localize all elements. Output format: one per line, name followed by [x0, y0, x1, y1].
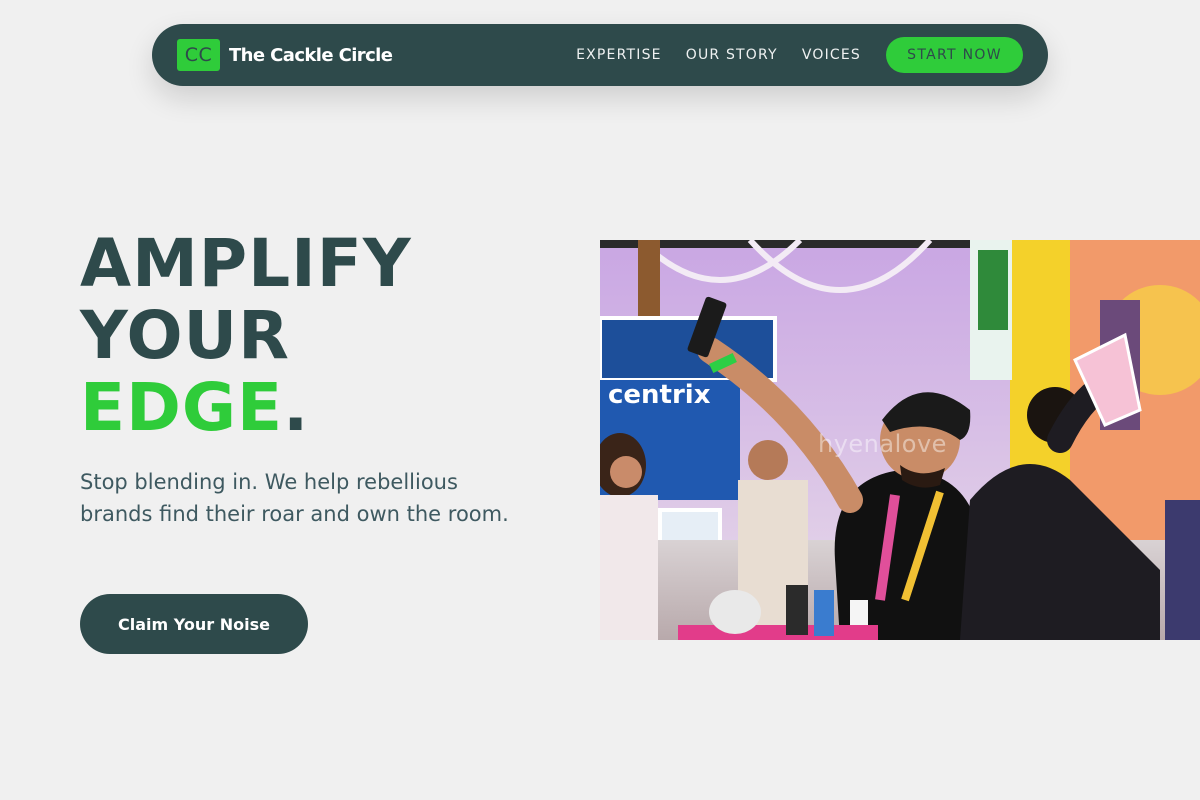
- cc-monogram-icon: CC: [177, 39, 220, 71]
- hero-title-line-2: YOUR: [80, 297, 290, 374]
- brand-logo-link[interactable]: CC The Cackle Circle: [177, 39, 393, 71]
- nav-link-voices[interactable]: VOICES: [802, 47, 861, 63]
- start-now-button[interactable]: START NOW: [886, 37, 1023, 73]
- nav-link-our-story[interactable]: OUR STORY: [686, 47, 778, 63]
- hero-title-dot: .: [283, 369, 310, 446]
- hero-subtitle: Stop blending in. We help rebellious bra…: [80, 470, 509, 526]
- nav-link-expertise[interactable]: EXPERTISE: [576, 47, 662, 63]
- top-navbar: CC The Cackle Circle EXPERTISE OUR STORY…: [152, 24, 1048, 86]
- hero-title: AMPLIFY YOUR EDGE.: [80, 228, 412, 444]
- hero-title-line-3: EDGE.: [80, 372, 412, 444]
- photo-watermark: hyenalove: [818, 430, 947, 458]
- brand-name: The Cackle Circle: [229, 44, 393, 66]
- hero-photo: centrix hyenalove: [600, 240, 1200, 640]
- booth-sign-text: centrix: [608, 380, 711, 410]
- hero-title-accent: EDGE: [80, 369, 284, 446]
- claim-your-noise-button[interactable]: Claim Your Noise: [80, 594, 308, 654]
- nav-links: EXPERTISE OUR STORY VOICES START NOW: [576, 37, 1023, 73]
- hero-title-line-1: AMPLIFY: [80, 225, 412, 302]
